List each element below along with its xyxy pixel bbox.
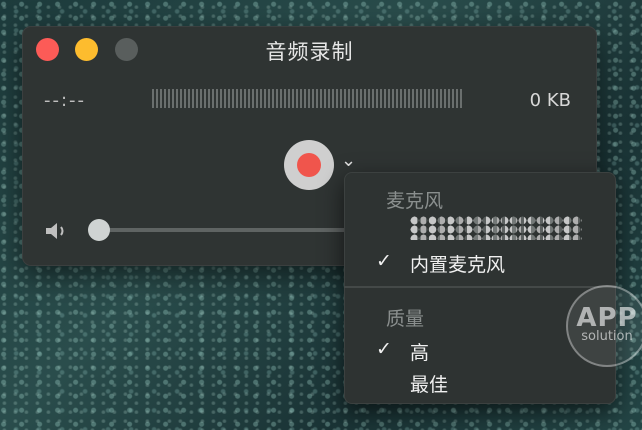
microphone-header: 麦克风 xyxy=(386,190,444,212)
volume-slider-knob[interactable] xyxy=(88,219,110,241)
menu-divider xyxy=(344,286,616,288)
menu-item-quality-high[interactable]: 高 xyxy=(410,338,429,365)
chevron-down-icon[interactable]: ⌄ xyxy=(341,150,356,171)
volume-slider-track[interactable] xyxy=(100,228,350,232)
level-meter xyxy=(152,89,464,108)
check-icon: ✓ xyxy=(376,250,392,272)
options-menu: 麦克风 ✓ 内置麦克风 质量 ✓ 高 最佳 xyxy=(344,172,616,404)
menu-item-builtin-mic[interactable]: 内置麦克风 xyxy=(410,250,505,277)
menu-item-obscured-device[interactable] xyxy=(410,216,582,240)
check-icon: ✓ xyxy=(376,338,392,360)
window-title: 音频录制 xyxy=(265,40,354,64)
elapsed-time: --:-- xyxy=(44,90,87,111)
record-button[interactable] xyxy=(284,140,334,190)
speaker-icon xyxy=(46,223,64,239)
menu-item-quality-best[interactable]: 最佳 xyxy=(410,370,448,397)
quality-header: 质量 xyxy=(386,308,425,330)
watermark-logo: APP solution xyxy=(566,285,642,367)
file-size: 0 KB xyxy=(529,90,571,111)
